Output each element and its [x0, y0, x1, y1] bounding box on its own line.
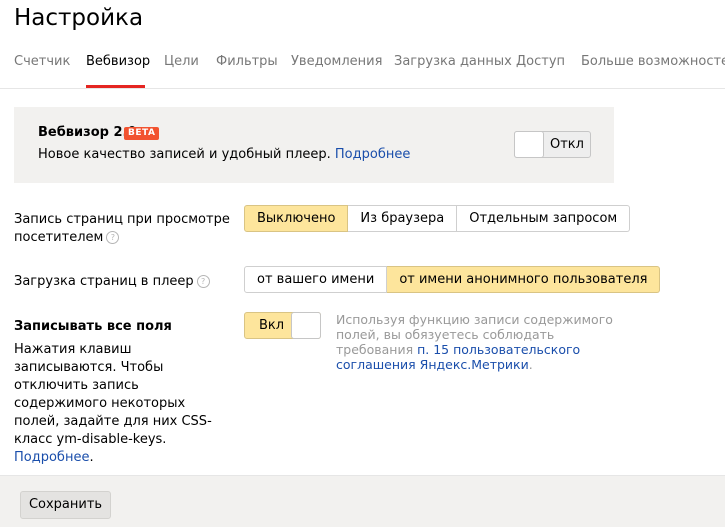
recording-option-browser[interactable]: Из браузера	[348, 205, 458, 232]
recording-option-separate-request[interactable]: Отдельным запросом	[457, 205, 631, 232]
toggle-label: Вкл	[259, 318, 285, 333]
tab-notifications[interactable]: Уведомления	[291, 54, 382, 69]
recording-label-line2: посетителем	[14, 230, 104, 245]
webvisor2-toggle[interactable]: Откл	[514, 131, 591, 158]
record-fields-title: Записывать все поля	[14, 319, 172, 334]
help-icon[interactable]: ?	[106, 231, 120, 244]
tab-counter[interactable]: Счетчик	[14, 54, 70, 69]
beta-badge: BETA	[124, 127, 160, 140]
save-button[interactable]: Сохранить	[20, 491, 111, 519]
loading-option-your-name[interactable]: от вашего имени	[244, 266, 388, 293]
record-fields-description: Нажатия клавиш записываются. Чтобы отклю…	[14, 342, 212, 465]
toggle-knob	[514, 131, 544, 158]
tab-goals[interactable]: Цели	[164, 54, 199, 69]
help-icon[interactable]: ?	[196, 275, 210, 288]
promo-description-text: Новое качество записей и удобный плеер.	[38, 147, 331, 162]
toggle-label: Откл	[550, 137, 584, 152]
note-end: .	[528, 357, 533, 372]
recording-label: Запись страниц при просмотре посетителем…	[14, 211, 230, 247]
record-fields-more-link[interactable]: Подробнее	[14, 450, 89, 465]
tab-bar: Счетчик Вебвизор Цели Фильтры Уведомлени…	[0, 48, 725, 89]
page-title: Настройка	[14, 5, 144, 31]
toggle-knob	[291, 312, 321, 339]
recording-label-line1: Запись страниц при просмотре	[14, 212, 230, 227]
recording-option-off[interactable]: Выключено	[244, 205, 349, 232]
promo-title: Вебвизор 2.0	[38, 125, 137, 140]
loading-label: Загрузка страниц в плеер?	[14, 273, 210, 291]
record-fields-toggle[interactable]: Вкл	[244, 312, 321, 339]
loading-label-text: Загрузка страниц в плеер	[14, 274, 194, 289]
footer-bar: Сохранить	[0, 475, 725, 527]
loading-mode-selector: от вашего имени от имени анонимного поль…	[244, 266, 661, 293]
tab-access[interactable]: Доступ	[516, 54, 565, 69]
active-tab-indicator	[86, 85, 145, 88]
tab-more-features[interactable]: Больше возможностей	[581, 54, 725, 69]
record-fields-description-text: Нажатия клавиш записываются. Чтобы отклю…	[14, 342, 212, 447]
promo-description: Новое качество записей и удобный плеер. …	[38, 147, 410, 162]
recording-mode-selector: Выключено Из браузера Отдельным запросом	[244, 205, 631, 232]
tab-data-upload[interactable]: Загрузка данных	[394, 54, 512, 69]
record-fields-note: Используя функцию записи содержимого пол…	[336, 312, 616, 372]
tab-filters[interactable]: Фильтры	[216, 54, 278, 69]
tab-webvisor[interactable]: Вебвизор	[86, 54, 150, 69]
loading-option-anonymous[interactable]: от имени анонимного пользователя	[387, 266, 661, 293]
promo-more-link[interactable]: Подробнее	[335, 147, 410, 162]
